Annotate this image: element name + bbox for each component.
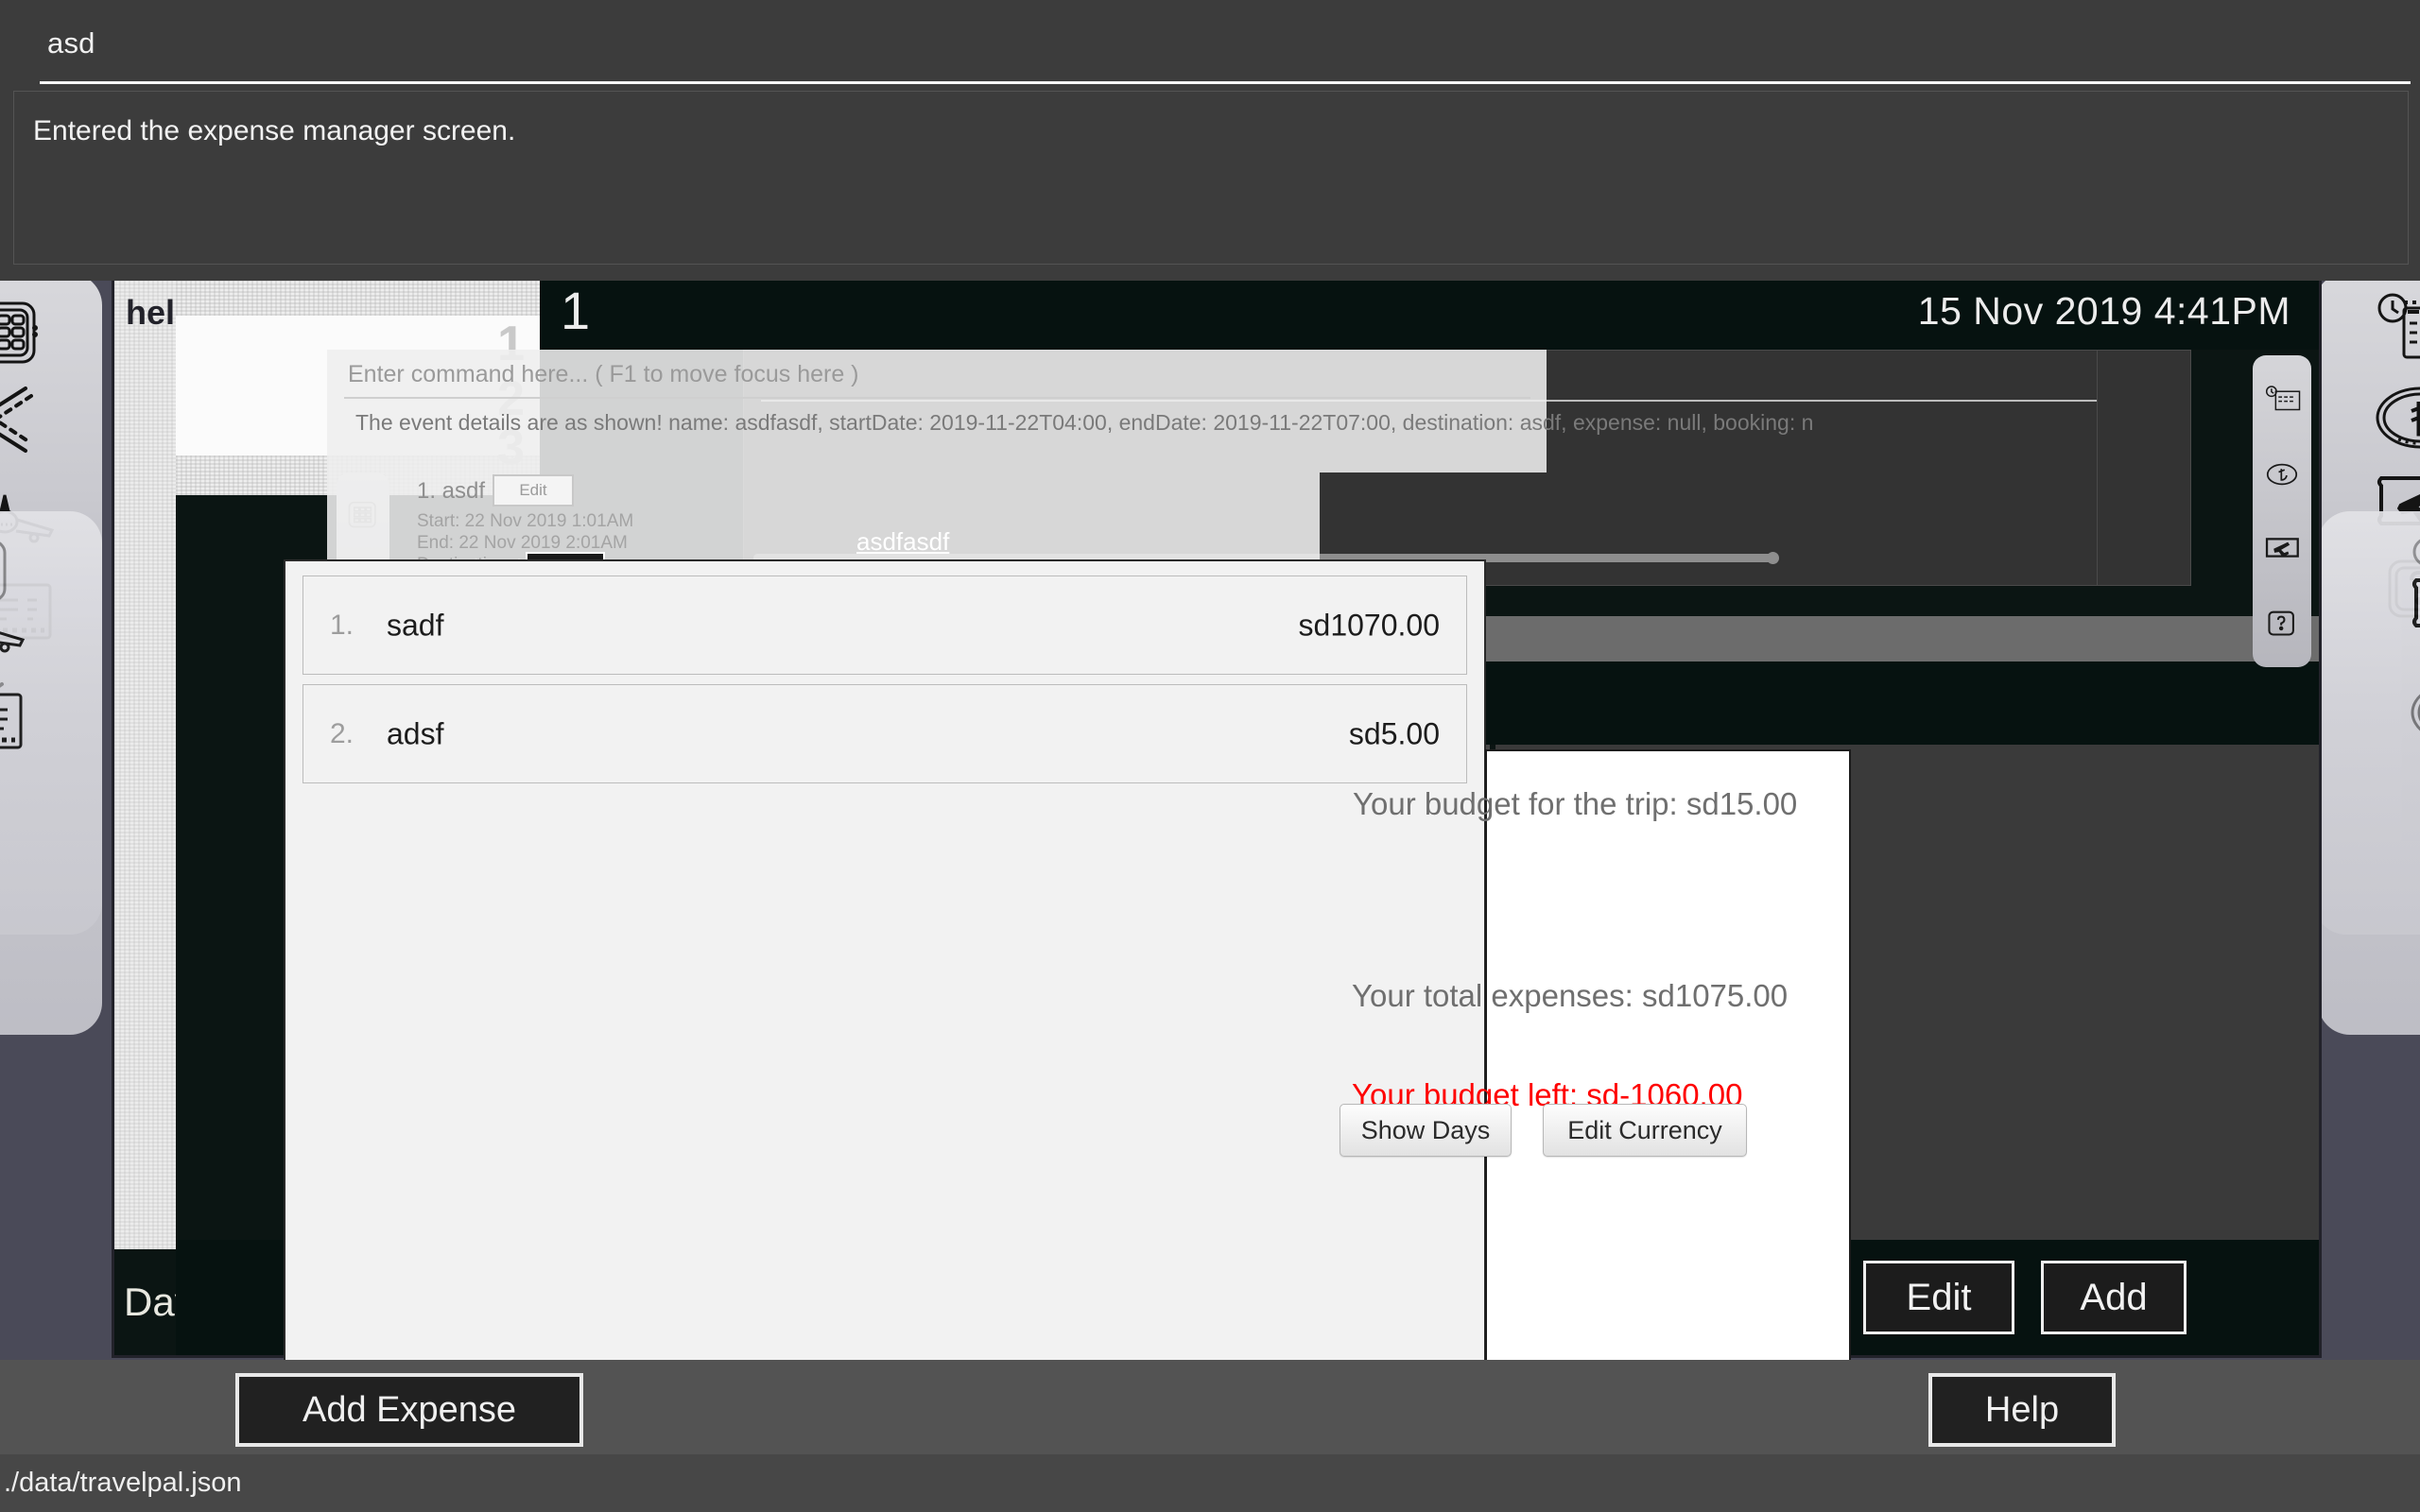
command-area: Entered the expense manager screen. bbox=[0, 0, 2420, 281]
ghost-linked-text[interactable]: asdfasdf bbox=[856, 527, 949, 557]
background-add-button[interactable]: Add bbox=[2041, 1261, 2187, 1334]
expense-index: 1. bbox=[330, 610, 377, 642]
edit-currency-button[interactable]: Edit Currency bbox=[1543, 1104, 1747, 1157]
lira-coin-icon bbox=[2341, 377, 2420, 458]
budget-summary-dialog: Your budget for the trip: sd15.00 Your t… bbox=[1485, 749, 1851, 1360]
clock-calendar-icon bbox=[2341, 288, 2420, 368]
day-label: Day bbox=[114, 1249, 176, 1355]
ghost-command-result: The event details are as shown! name: as… bbox=[355, 410, 1813, 436]
ghost-command-panel: Enter command here... ( F1 to move focus… bbox=[327, 350, 1547, 472]
expense-amount: sd5.00 bbox=[1349, 716, 1440, 751]
expense-list-item[interactable]: 2. adsf sd5.00 bbox=[302, 684, 1467, 783]
texture-band bbox=[176, 281, 540, 316]
boarding-pass-plane-icon bbox=[2361, 568, 2420, 645]
divider bbox=[344, 397, 1530, 399]
boarding-pass-plane-icon bbox=[2264, 536, 2300, 562]
sheet-left-strip: hello Day bbox=[114, 281, 176, 1355]
expense-list-panel: 1. sadf sd1070.00 2. adsf sd5.00 bbox=[284, 559, 1486, 1360]
ticket-icon bbox=[0, 683, 70, 759]
main-stage: hello Day 1 2 3 1 15 Nov 2019 4:41PM bbox=[0, 281, 2420, 1360]
ghost-event-1-title: 1. asdf bbox=[417, 478, 485, 505]
add-expense-button[interactable]: Add Expense bbox=[235, 1373, 583, 1447]
command-input[interactable] bbox=[45, 23, 2394, 64]
question-mark-icon bbox=[2267, 610, 2297, 638]
question-mark-icon bbox=[2361, 679, 2420, 753]
airplane-front-icon bbox=[0, 585, 70, 664]
command-underline bbox=[40, 81, 2411, 84]
background-detail-box-right bbox=[2097, 350, 2191, 586]
show-days-button[interactable]: Show Days bbox=[1340, 1104, 1512, 1157]
app-root: Entered the expense manager screen. bbox=[0, 0, 2420, 1512]
ghost-event-1-start: Start: 22 Nov 2019 1:01AM bbox=[417, 511, 633, 531]
background-edit-button[interactable]: Edit bbox=[1863, 1261, 2014, 1334]
scrollbar-thumb[interactable] bbox=[1767, 552, 1779, 564]
status-bar-path: ./data/travelpal.json bbox=[4, 1468, 241, 1499]
bottom-button-bar: Add Expense Help bbox=[0, 1360, 2420, 1454]
expense-list-item[interactable]: 1. sadf sd1070.00 bbox=[302, 576, 1467, 675]
ghost-event-1-edit-button[interactable]: Edit bbox=[493, 474, 574, 507]
expense-name: sadf bbox=[387, 608, 443, 643]
status-bar: ./data/travelpal.json bbox=[0, 1454, 2420, 1512]
expense-index: 2. bbox=[330, 718, 377, 750]
background-header-day: 1 bbox=[561, 281, 590, 341]
command-box bbox=[13, 6, 2407, 77]
expense-name: adsf bbox=[387, 716, 443, 751]
log-box: Entered the expense manager screen. bbox=[13, 91, 2409, 265]
chevron-left-icon bbox=[0, 379, 85, 460]
right-rail-front bbox=[2318, 511, 2420, 1035]
expense-amount: sd1070.00 bbox=[1299, 608, 1440, 643]
ghost-command-placeholder: Enter command here... ( F1 to move focus… bbox=[348, 361, 859, 388]
ghost-event-1-end: End: 22 Nov 2019 2:01AM bbox=[417, 533, 628, 553]
log-message: Entered the expense manager screen. bbox=[33, 112, 2377, 150]
budget-expenses-line: Your total expenses: sd1075.00 bbox=[1352, 978, 1788, 1014]
lira-coin-icon bbox=[2265, 460, 2299, 489]
calculator-icon bbox=[0, 294, 85, 373]
budget-total-line: Your budget for the trip: sd15.00 bbox=[1353, 786, 1797, 822]
clock-calendar-icon bbox=[2263, 385, 2301, 413]
background-header-datetime: 15 Nov 2019 4:41PM bbox=[1918, 289, 2290, 334]
help-button[interactable]: Help bbox=[1928, 1373, 2116, 1447]
background-right-mini-rail bbox=[2253, 355, 2311, 667]
left-rail-front bbox=[0, 511, 102, 1035]
background-header: 1 15 Nov 2019 4:41PM bbox=[540, 281, 2319, 350]
